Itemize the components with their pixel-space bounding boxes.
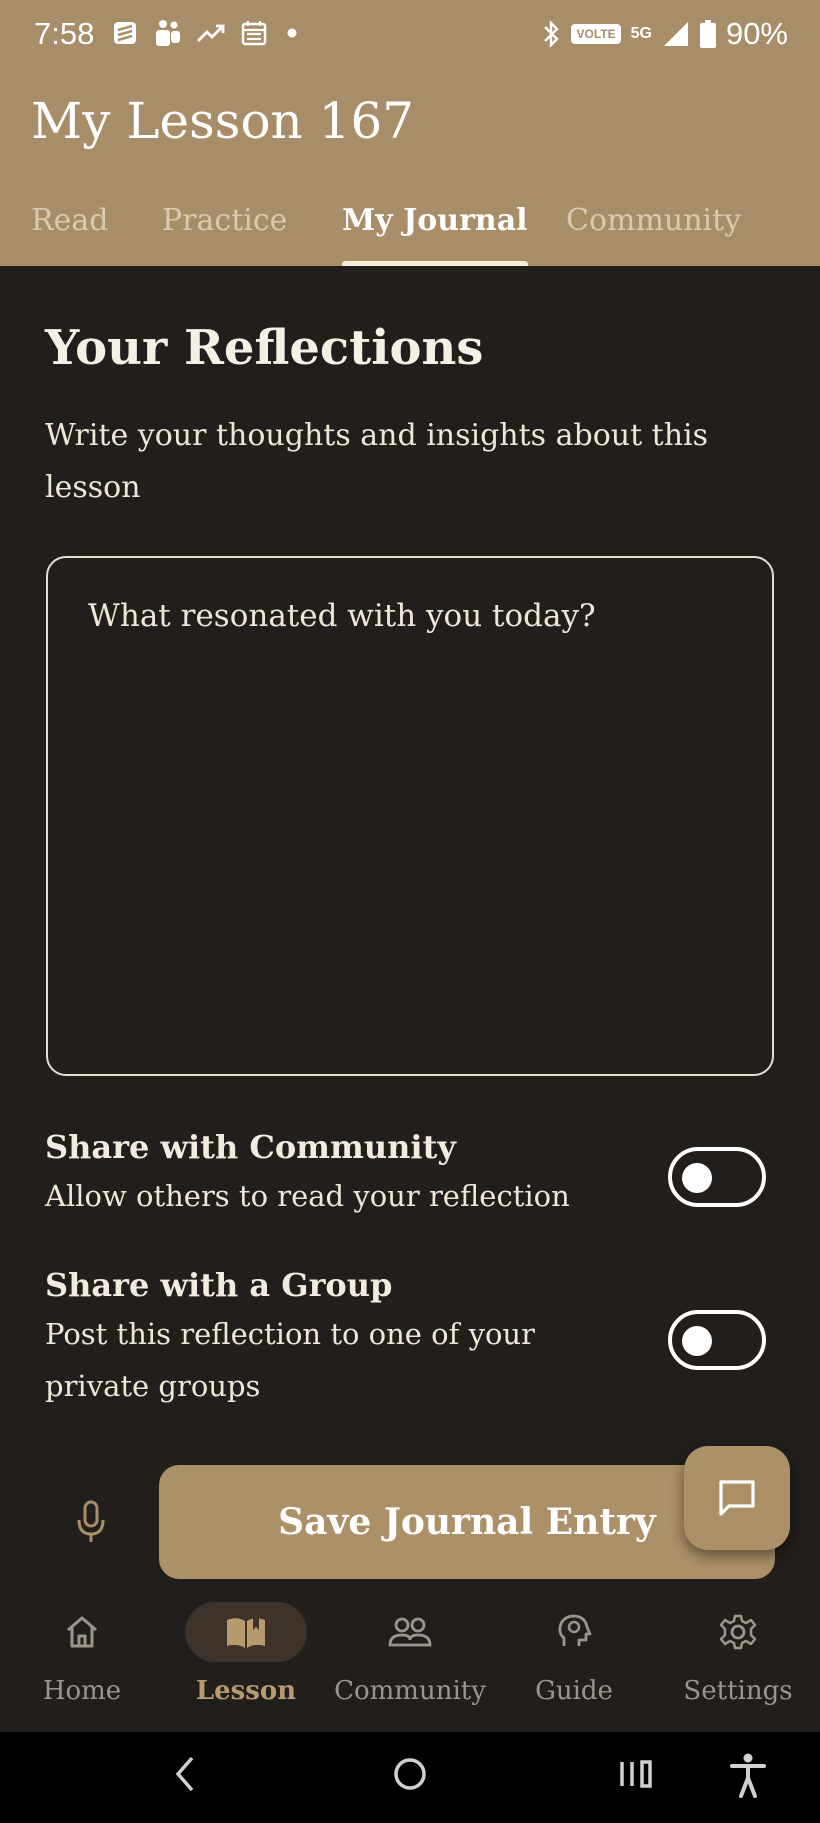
tab-community[interactable]: Community xyxy=(566,196,741,266)
book-icon xyxy=(185,1602,307,1662)
share-group-toggle[interactable] xyxy=(668,1310,766,1370)
save-journal-button[interactable]: Save Journal Entry xyxy=(159,1465,775,1579)
nav-settings[interactable]: Settings xyxy=(656,1590,820,1732)
status-right: VOLTE 5G 90% xyxy=(541,16,788,52)
tab-practice[interactable]: Practice xyxy=(162,196,287,266)
share-community-description: Allow others to read your reflection xyxy=(45,1179,570,1213)
volte-badge: VOLTE xyxy=(571,24,621,44)
bottom-navigation: Home Lesson Community Guide Settings xyxy=(0,1590,820,1732)
notification-icons xyxy=(110,18,302,48)
nav-label: Community xyxy=(334,1676,486,1706)
battery-icon xyxy=(699,20,716,48)
section-subtitle: Write your thoughts and insights about t… xyxy=(45,418,709,505)
battery-level: 90% xyxy=(725,16,788,51)
tab-read[interactable]: Read xyxy=(31,196,108,266)
layers-icon xyxy=(114,22,136,44)
microphone-icon[interactable] xyxy=(74,1500,108,1544)
home-circle-icon[interactable] xyxy=(392,1752,428,1796)
chat-icon xyxy=(719,1480,755,1516)
page-title: My Lesson 167 xyxy=(31,92,415,150)
nav-home[interactable]: Home xyxy=(0,1590,164,1732)
people-icon xyxy=(349,1602,471,1662)
dot-icon xyxy=(287,28,297,38)
app-header: 7:58 VOLTE 5G 90% My Lesson 167 Read Pra… xyxy=(0,0,820,266)
back-icon[interactable] xyxy=(170,1752,200,1796)
home-icon xyxy=(21,1602,143,1662)
trending-icon xyxy=(197,24,225,42)
recents-icon[interactable] xyxy=(618,1752,654,1796)
nav-lesson[interactable]: Lesson xyxy=(164,1590,328,1732)
nav-guide[interactable]: Guide xyxy=(492,1590,656,1732)
nav-label: Home xyxy=(42,1676,122,1706)
toggle-knob xyxy=(682,1326,712,1356)
share-group-description: Post this reflection to one of your priv… xyxy=(45,1317,535,1403)
signal-icon xyxy=(663,22,688,46)
nav-label: Lesson xyxy=(195,1676,297,1706)
nav-community[interactable]: Community xyxy=(328,1590,492,1732)
accessibility-icon[interactable] xyxy=(728,1752,768,1798)
head-icon xyxy=(513,1602,635,1662)
network-type: 5G xyxy=(630,25,652,42)
bluetooth-icon xyxy=(544,20,560,48)
nav-label: Settings xyxy=(683,1676,793,1706)
share-community-toggle[interactable] xyxy=(668,1147,766,1207)
toggle-knob xyxy=(682,1163,712,1193)
teams-icon xyxy=(156,20,180,46)
tab-my-journal[interactable]: My Journal xyxy=(342,196,528,266)
share-group-row: Share with a Group Post this reflection … xyxy=(45,1266,775,1412)
nav-label: Guide xyxy=(535,1676,613,1706)
share-community-title: Share with Community xyxy=(45,1128,456,1166)
status-bar: 7:58 VOLTE 5G 90% xyxy=(0,0,820,72)
section-title: Your Reflections xyxy=(45,320,484,376)
share-group-title: Share with a Group xyxy=(45,1266,393,1304)
chat-fab-button[interactable] xyxy=(684,1446,790,1550)
calendar-icon xyxy=(241,21,267,46)
gear-icon xyxy=(677,1602,799,1662)
tab-bar: Read Practice My Journal Community xyxy=(0,196,820,266)
journal-input[interactable] xyxy=(46,556,774,1076)
system-navigation-bar xyxy=(0,1732,820,1823)
share-community-row: Share with Community Allow others to rea… xyxy=(45,1128,775,1222)
status-time: 7:58 xyxy=(34,16,95,51)
